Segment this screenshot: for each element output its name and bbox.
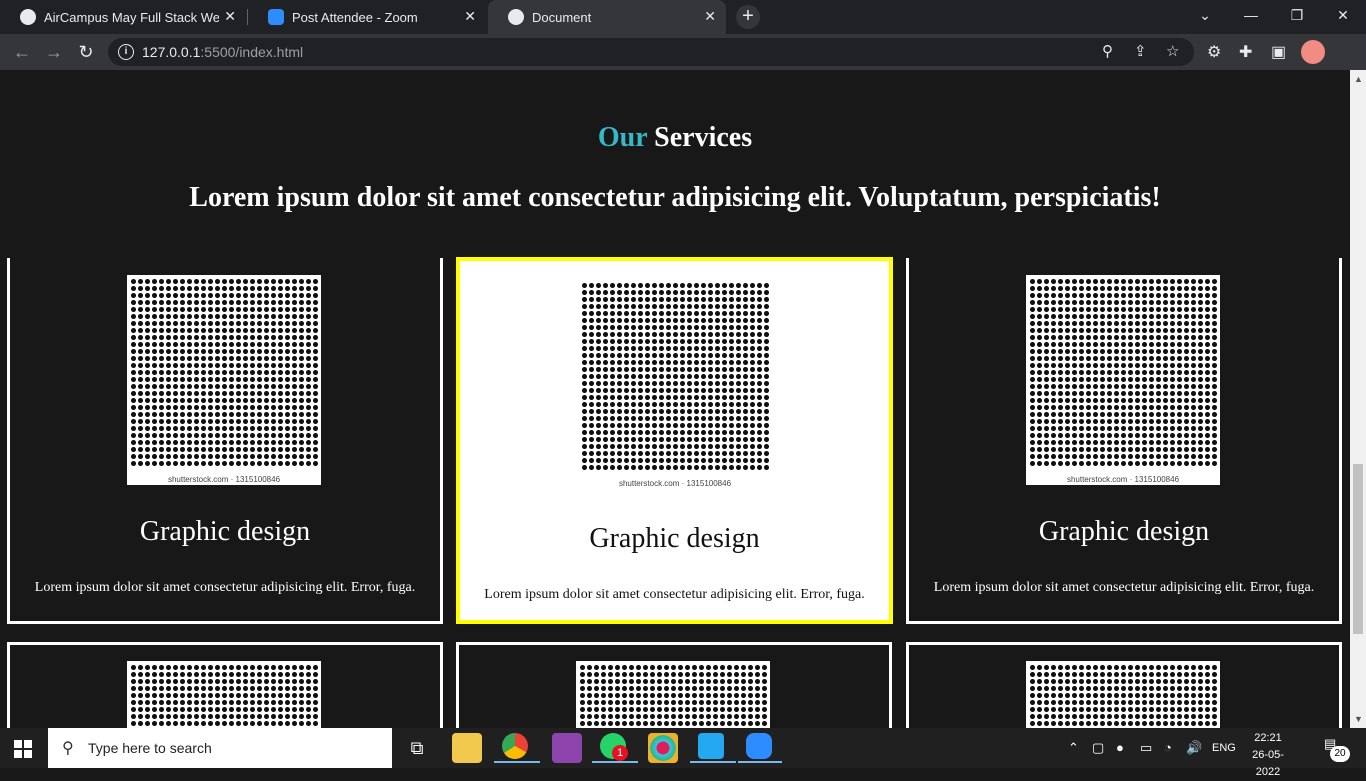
card-title: Graphic design [589,523,760,554]
search-icon: ⚲ [62,740,74,757]
restore-button[interactable]: ❐ [1274,0,1320,30]
site-info-icon[interactable]: i [118,44,134,60]
image-watermark: shutterstock.com · 1315100846 [167,475,281,484]
browser-tab-strip: AirCampus May Full Stack Web D ✕ Post At… [0,0,1366,34]
volume-icon[interactable]: 🔊 [1186,740,1202,756]
forward-icon[interactable]: → [42,40,66,64]
zoom-app[interactable] [738,733,782,763]
browser-toolbar: ← → ↻ i 127.0.0.1:5500/index.html ⚲ ⇪ ☆ … [0,34,1366,70]
service-card[interactable]: shutterstock.com · 1315100846 Graphic de… [7,258,443,624]
tab-document[interactable]: Document ✕ [488,0,726,34]
minimize-button[interactable]: — [1228,0,1274,30]
meet-now-icon[interactable]: ▢ [1092,740,1104,756]
tab-title: Post Attendee - Zoom [292,9,418,25]
wifi-icon[interactable]: ◔ [1164,740,1172,755]
notification-count: 20 [1330,746,1350,762]
close-icon[interactable]: ✕ [704,8,716,25]
globe-icon [20,9,36,25]
back-icon[interactable]: ← [10,40,34,64]
winrar-icon[interactable] [552,733,582,763]
file-explorer-icon[interactable] [452,733,482,763]
extensions-puzzle-icon[interactable]: ✚ [1239,42,1252,62]
windows-taskbar: ⚲ Type here to search ⧉ ⌃ ▢ ● ▭ ◔ 🔊 ENG … [0,728,1366,778]
card-text: Lorem ipsum dolor sit amet consectetur a… [34,580,416,595]
page-viewport: Our Services Lorem ipsum dolor sit amet … [0,70,1350,728]
card-image: shutterstock.com · 1315100846 [1026,275,1220,485]
tab-search-chevron-icon[interactable]: ⌄ [1182,0,1228,30]
card-title: Graphic design [1038,516,1210,547]
service-card-highlighted[interactable]: shutterstock.com · 1315100846 Graphic de… [456,257,893,624]
chrome-app[interactable] [494,733,540,763]
url-text: 127.0.0.1:5500/index.html [142,44,304,60]
clock-time: 22:21 [1254,732,1282,744]
close-window-button[interactable]: ✕ [1320,0,1366,30]
reload-icon[interactable]: ↻ [74,40,98,64]
side-panel-icon[interactable]: ▣ [1271,42,1286,62]
zoom-icon [268,9,284,25]
zoom-magnifier-icon[interactable]: ⚲ [1102,42,1113,60]
search-placeholder: Type here to search [88,740,212,756]
tab-aircampus[interactable]: AirCampus May Full Stack Web D ✕ [0,0,246,34]
section-heading: Our Services [0,122,1350,154]
scrollbar-thumb[interactable] [1353,464,1363,634]
taskbar-clock[interactable]: 22:21 26-05-2022 [1240,730,1296,781]
tab-zoom[interactable]: Post Attendee - Zoom ✕ [248,0,486,34]
windows-start-icon[interactable] [14,740,32,758]
zoom-icon [746,733,772,759]
whatsapp-badge: 1 [612,745,628,761]
task-view-icon[interactable]: ⧉ [402,733,432,763]
heading-accent: Our [597,122,648,153]
profile-avatar[interactable] [1301,40,1325,64]
tab-title: Document [532,9,592,25]
close-icon[interactable]: ✕ [224,8,236,25]
scroll-up-icon[interactable]: ▲ [1354,74,1363,84]
extension-gear-icon[interactable]: ⚙ [1207,42,1221,62]
new-tab-button[interactable]: + [736,5,760,29]
bookmark-star-icon[interactable]: ☆ [1166,42,1179,60]
service-card-partial[interactable] [456,642,892,728]
service-card-partial[interactable] [7,642,443,728]
card-image [127,661,321,728]
share-icon[interactable]: ⇪ [1134,42,1147,60]
tab-title: AirCampus May Full Stack Web D [44,9,219,25]
globe-icon [508,9,524,25]
vscode-icon [698,733,724,759]
microphone-icon[interactable]: ● [1116,740,1124,755]
vertical-scrollbar[interactable]: ▲ ▼ [1350,70,1366,728]
chevron-up-icon[interactable]: ⌃ [1068,740,1079,756]
taskbar-search-box[interactable]: ⚲ Type here to search [48,728,392,768]
service-card-partial[interactable] [906,642,1342,728]
clock-date: 26-05-2022 [1252,749,1284,778]
card-image: shutterstock.com · 1315100846 [127,275,321,485]
address-bar[interactable]: i 127.0.0.1:5500/index.html ⚲ ⇪ ☆ [108,38,1194,66]
image-watermark: shutterstock.com · 1315100846 [618,479,732,488]
close-icon[interactable]: ✕ [464,8,476,25]
card-title: Graphic design [139,516,311,547]
card-image: shutterstock.com · 1315100846 [578,279,772,489]
card-image [576,661,770,728]
battery-icon[interactable]: ▭ [1140,740,1152,756]
image-watermark: shutterstock.com · 1315100846 [1066,475,1180,484]
section-subheading: Lorem ipsum dolor sit amet consectetur a… [189,182,1161,213]
service-card[interactable]: shutterstock.com · 1315100846 Graphic de… [906,258,1342,624]
language-indicator[interactable]: ENG [1212,742,1236,754]
vscode-app[interactable] [690,733,736,763]
slack-icon[interactable] [648,733,678,763]
scroll-down-icon[interactable]: ▼ [1354,714,1363,724]
card-text: Lorem ipsum dolor sit amet consectetur a… [933,580,1315,595]
heading-text: Services [647,122,753,153]
card-text: Lorem ipsum dolor sit amet consectetur a… [484,587,865,602]
card-image [1026,661,1220,728]
chrome-icon [502,733,528,759]
